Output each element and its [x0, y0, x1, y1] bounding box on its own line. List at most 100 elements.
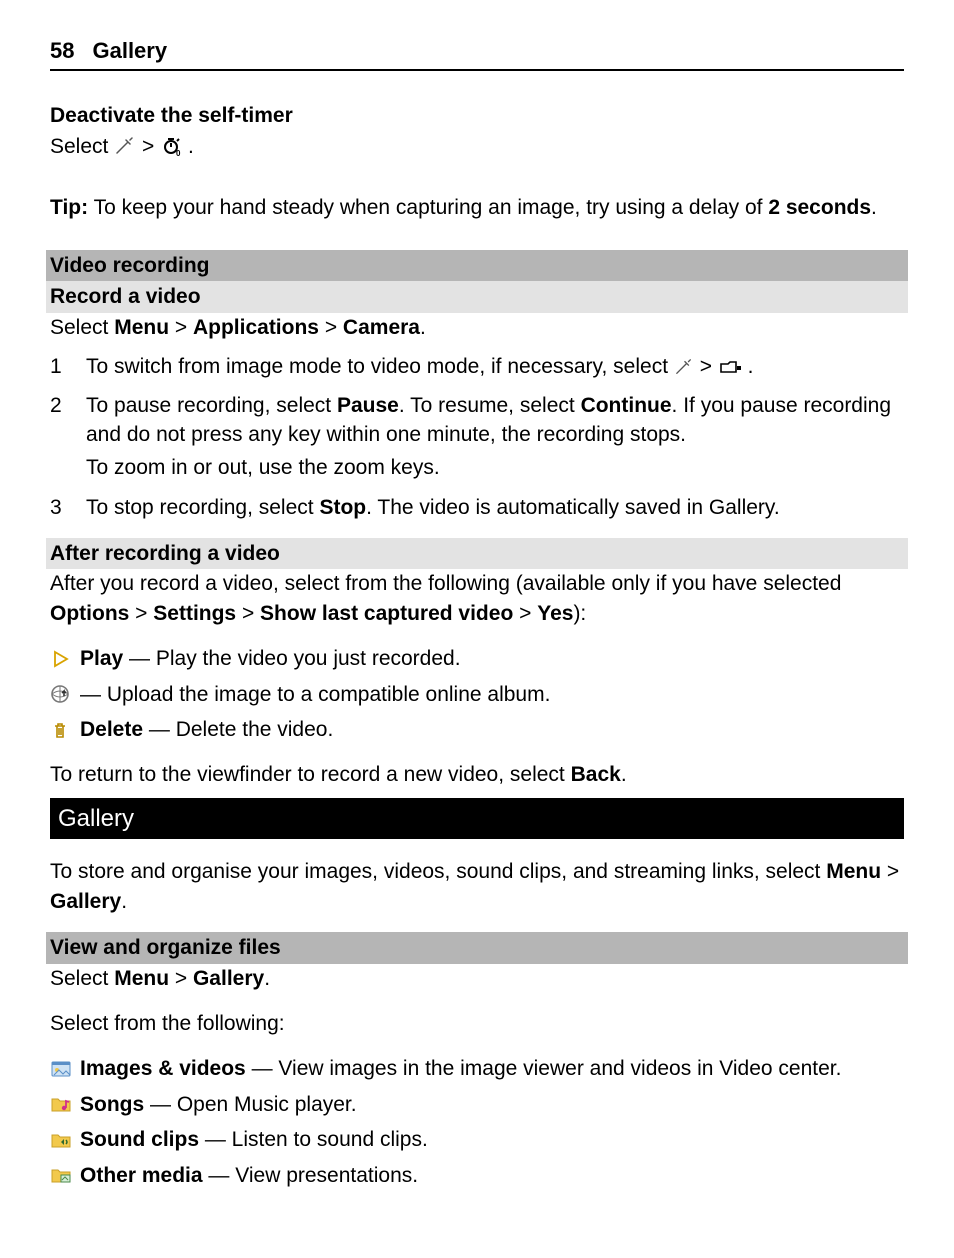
separator: >: [881, 860, 899, 883]
other-media-folder-icon: [50, 1165, 74, 1185]
tip-bold: 2 seconds: [768, 196, 871, 219]
item-desc: — View presentations.: [203, 1164, 419, 1187]
separator: >: [169, 967, 193, 990]
delete-icon: [50, 720, 74, 740]
list-item: Sound clips — Listen to sound clips.: [50, 1125, 904, 1154]
svg-text:0: 0: [176, 149, 181, 156]
steps-list: 1 To switch from image mode to video mod…: [50, 352, 904, 522]
section-view-organize: View and organize files Select Menu > Ga…: [50, 932, 904, 1190]
sound-clips-folder-icon: [50, 1130, 74, 1150]
menu-label: Menu: [114, 316, 169, 339]
tip-label: Tip:: [50, 196, 88, 219]
separator: >: [142, 135, 160, 158]
step-body: To pause recording, select Pause. To res…: [86, 391, 904, 487]
separator: >: [319, 316, 343, 339]
play-icon: [50, 649, 74, 669]
item-desc: — Listen to sound clips.: [199, 1128, 428, 1151]
text: To zoom in or out, use the zoom keys.: [86, 453, 904, 482]
selftimer-instruction: Select > 0 .: [50, 132, 904, 164]
list-item: 2 To pause recording, select Pause. To r…: [50, 391, 904, 487]
settings-label: Settings: [153, 602, 236, 625]
text: .: [121, 890, 127, 913]
section-gallery: Gallery To store and organise your image…: [50, 798, 904, 916]
text: Songs — Open Music player.: [80, 1090, 357, 1119]
text: Sound clips — Listen to sound clips.: [80, 1125, 428, 1154]
step-number: 2: [50, 391, 68, 487]
applications-label: Applications: [193, 316, 319, 339]
text: Play — Play the video you just recorded.: [80, 644, 461, 673]
list-item: 1 To switch from image mode to video mod…: [50, 352, 904, 384]
text: To store and organise your images, video…: [50, 860, 826, 883]
text: Other media — View presentations.: [80, 1161, 418, 1190]
heading-after-recording: After recording a video: [46, 538, 908, 569]
section-deactivate-selftimer: Deactivate the self-timer Select > 0 .: [50, 101, 904, 165]
list-item: Delete — Delete the video.: [50, 715, 904, 744]
text: .: [264, 967, 270, 990]
text: .: [621, 763, 627, 786]
pause-label: Pause: [337, 394, 399, 417]
menu-label: Menu: [826, 860, 881, 883]
item-desc: — Delete the video.: [143, 718, 333, 741]
menu-label: Menu: [114, 967, 169, 990]
text: To keep your hand steady when capturing …: [88, 196, 768, 219]
text: Select: [50, 135, 114, 158]
heading-gallery: Gallery: [50, 798, 904, 840]
settings-icon: [674, 355, 694, 384]
text: After you record a video, select from th…: [50, 572, 841, 595]
step-number: 1: [50, 352, 68, 384]
heading-deactivate-selftimer: Deactivate the self-timer: [50, 101, 904, 130]
list-item: — Upload the image to a compatible onlin…: [50, 680, 904, 709]
text: To stop recording, select: [86, 496, 319, 519]
text: . The video is automatically saved in Ga…: [366, 496, 780, 519]
text: Images & videos — View images in the ima…: [80, 1054, 841, 1083]
images-videos-icon: [50, 1059, 74, 1079]
settings-icon: [114, 135, 136, 164]
separator: >: [513, 602, 537, 625]
text: To pause recording, select: [86, 394, 337, 417]
text: Select: [50, 967, 114, 990]
path-record-video: Select Menu > Applications > Camera.: [50, 313, 904, 342]
camera-label: Camera: [343, 316, 420, 339]
upload-icon: [50, 684, 74, 704]
page-title: Gallery: [92, 36, 167, 67]
view-lead: Select from the following:: [50, 1009, 904, 1038]
text: .: [188, 135, 194, 158]
item-label: Songs: [80, 1093, 144, 1116]
text: .: [871, 196, 877, 219]
section-video-recording: Video recording Record a video Select Me…: [50, 250, 904, 522]
list-item: Play — Play the video you just recorded.: [50, 644, 904, 673]
heading-video-recording: Video recording: [46, 250, 908, 281]
stop-label: Stop: [319, 496, 366, 519]
page-header: 58 Gallery: [50, 36, 904, 71]
text: — Upload the image to a compatible onlin…: [80, 680, 550, 709]
separator: >: [129, 602, 153, 625]
item-label: Delete: [80, 718, 143, 741]
separator: >: [700, 355, 718, 378]
tip-block: Tip: To keep your hand steady when captu…: [50, 193, 904, 222]
gallery-label: Gallery: [50, 890, 121, 913]
list-item: Songs — Open Music player.: [50, 1090, 904, 1119]
page-number: 58: [50, 36, 74, 67]
gallery-label: Gallery: [193, 967, 264, 990]
step-body: To switch from image mode to video mode,…: [86, 352, 904, 384]
item-label: Play: [80, 647, 123, 670]
options-label: Options: [50, 602, 129, 625]
after-outro: To return to the viewfinder to record a …: [50, 760, 904, 789]
list-item: Images & videos — View images in the ima…: [50, 1054, 904, 1083]
separator: >: [169, 316, 193, 339]
heading-view-organize: View and organize files: [46, 932, 908, 963]
text: Select: [50, 316, 114, 339]
step-body: To stop recording, select Stop. The vide…: [86, 493, 904, 522]
text: .: [420, 316, 426, 339]
text: To return to the viewfinder to record a …: [50, 763, 571, 786]
tip-text: Tip: To keep your hand steady when captu…: [50, 193, 904, 222]
yes-label: Yes: [537, 602, 573, 625]
item-label: Images & videos: [80, 1057, 246, 1080]
text: To switch from image mode to video mode,…: [86, 355, 674, 378]
show-last-label: Show last captured video: [260, 602, 513, 625]
view-options-list: Images & videos — View images in the ima…: [50, 1054, 904, 1190]
section-after-recording: After recording a video After you record…: [50, 538, 904, 790]
songs-folder-icon: [50, 1094, 74, 1114]
gallery-intro: To store and organise your images, video…: [50, 857, 904, 916]
text: ):: [573, 602, 586, 625]
